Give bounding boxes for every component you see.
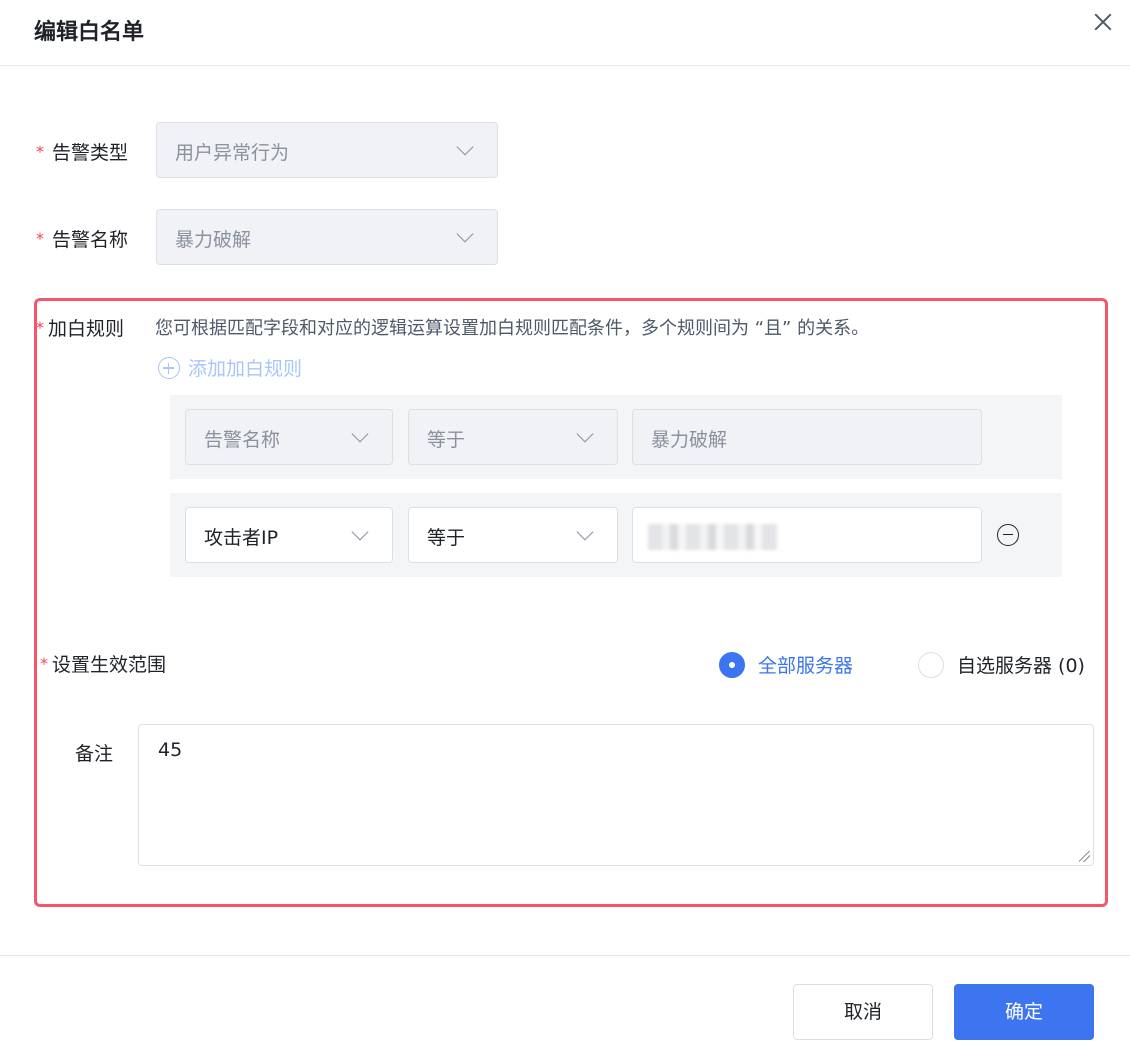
alert-type-select[interactable]: 用户异常行为 bbox=[156, 122, 498, 178]
rule-operator-select[interactable]: 等于 bbox=[408, 409, 618, 465]
required-mark: * bbox=[36, 229, 44, 248]
rule-field-select[interactable]: 告警名称 bbox=[185, 409, 393, 465]
scope-label: * 设置生效范围 bbox=[40, 654, 167, 676]
radio-all-servers-label[interactable]: 全部服务器 bbox=[758, 651, 853, 678]
whitelist-rules-label: * 加白规则 bbox=[36, 318, 125, 340]
rule-field-value: 告警名称 bbox=[204, 429, 281, 451]
chevron-down-icon bbox=[456, 138, 474, 156]
required-mark: * bbox=[36, 318, 44, 337]
rule-field-value: 攻击者IP bbox=[204, 527, 279, 549]
required-mark: * bbox=[36, 142, 44, 161]
rule-operator-value: 等于 bbox=[427, 527, 466, 549]
dialog-title: 编辑白名单 bbox=[34, 20, 145, 45]
chevron-down-icon bbox=[351, 523, 369, 541]
confirm-button[interactable]: 确定 bbox=[954, 984, 1094, 1040]
required-mark: * bbox=[40, 654, 48, 673]
alert-name-value: 暴力破解 bbox=[175, 229, 252, 251]
add-rule-button[interactable]: 添加加白规则 bbox=[158, 354, 302, 381]
alert-name-select[interactable]: 暴力破解 bbox=[156, 209, 498, 265]
dialog-header: 编辑白名单 bbox=[0, 0, 1130, 66]
rule-operator-value: 等于 bbox=[427, 429, 466, 451]
alert-type-label: * 告警类型 bbox=[36, 142, 129, 164]
chevron-down-icon bbox=[456, 225, 474, 243]
whitelist-rules-description: 您可根据匹配字段和对应的逻辑运算设置加白规则匹配条件，多个规则间为 “且” 的关… bbox=[155, 318, 870, 339]
resize-handle-icon[interactable] bbox=[1079, 851, 1090, 862]
alert-name-label: * 告警名称 bbox=[36, 229, 129, 251]
chevron-down-icon bbox=[351, 425, 369, 443]
rule-operator-select[interactable]: 等于 bbox=[408, 507, 618, 563]
rule-field-select[interactable]: 攻击者IP bbox=[185, 507, 393, 563]
remark-textarea[interactable]: 45 bbox=[138, 724, 1094, 866]
remove-rule-icon[interactable] bbox=[997, 524, 1019, 546]
radio-custom-servers[interactable] bbox=[918, 652, 944, 678]
rule-value-input[interactable]: 暴力破解 bbox=[632, 409, 982, 465]
plus-circle-icon bbox=[158, 357, 180, 379]
chevron-down-icon bbox=[576, 523, 594, 541]
alert-type-value: 用户异常行为 bbox=[175, 142, 290, 164]
radio-custom-servers-label[interactable]: 自选服务器 (0) bbox=[957, 651, 1085, 678]
close-icon[interactable] bbox=[1090, 9, 1116, 35]
remark-value: 45 bbox=[158, 739, 183, 761]
radio-all-servers[interactable] bbox=[719, 652, 745, 678]
redacted-ip bbox=[648, 524, 778, 550]
remark-label: 备注 bbox=[75, 743, 114, 765]
chevron-down-icon bbox=[576, 425, 594, 443]
cancel-button[interactable]: 取消 bbox=[793, 984, 933, 1040]
rule-value-text: 暴力破解 bbox=[651, 429, 728, 451]
